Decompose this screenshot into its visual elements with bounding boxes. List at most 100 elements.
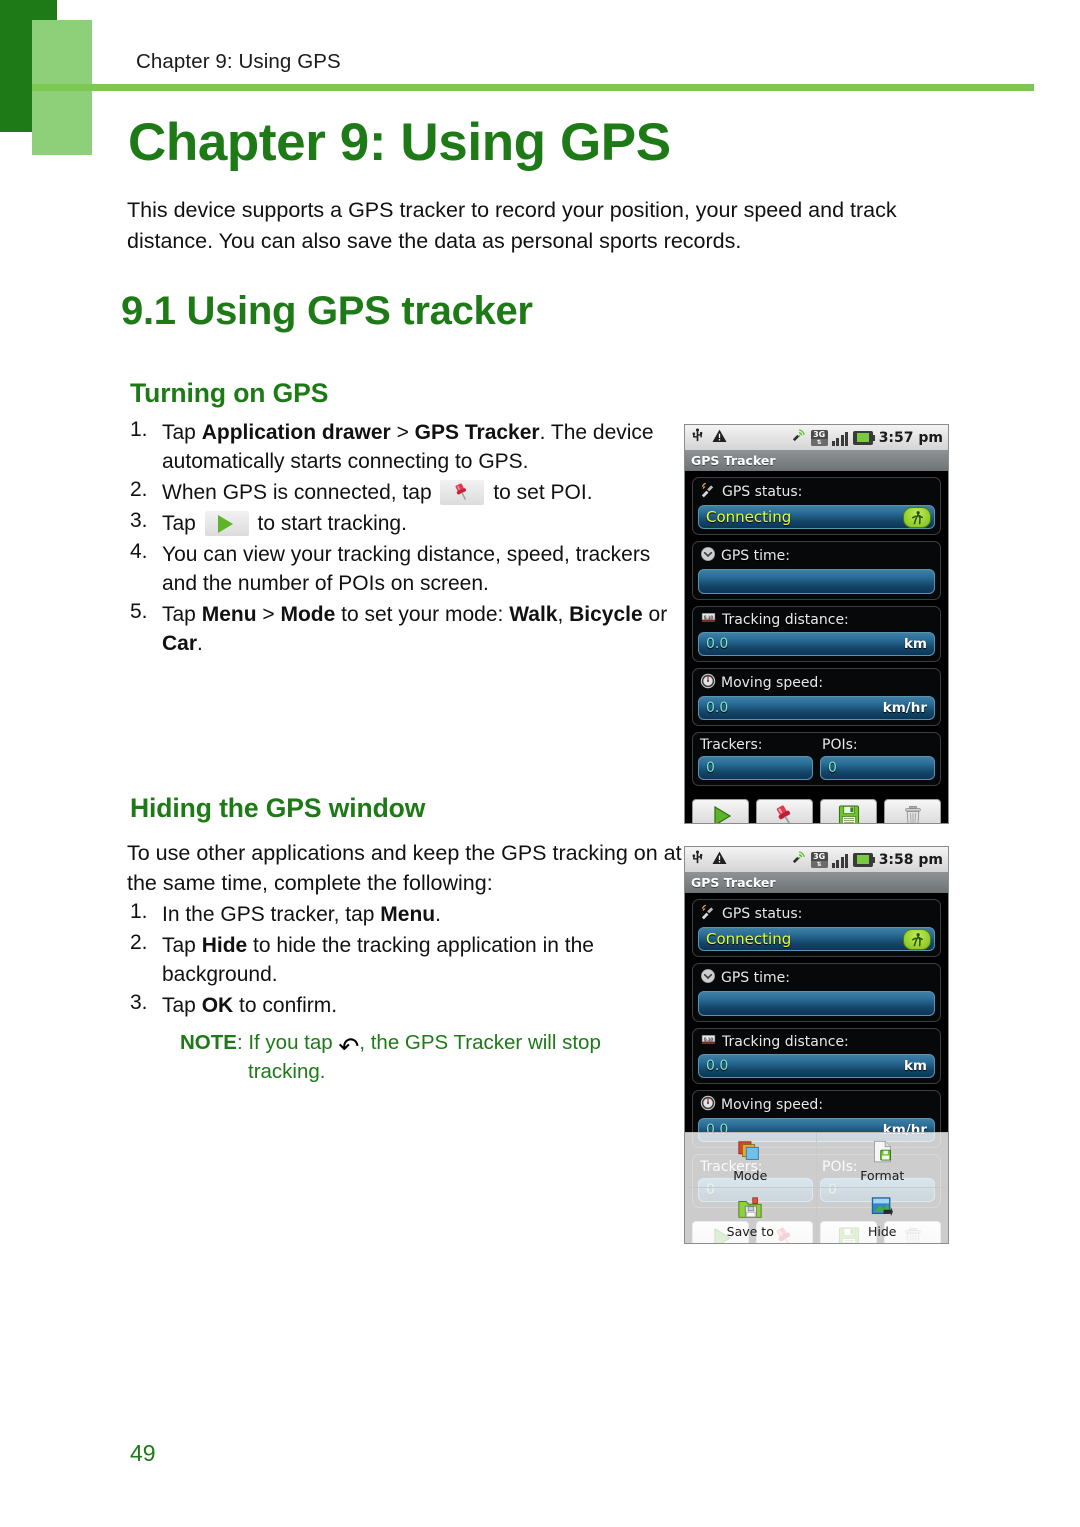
list-item-number: 1. [130,900,148,923]
field-card: GPS status: Connecting [692,899,941,957]
layers-icon [736,1137,764,1167]
list-item-number: 1. [130,418,148,441]
field-value-box[interactable] [698,991,935,1016]
subsection-hiding-gps-window: Hiding the GPS window [130,793,426,823]
chapter-title: Chapter 9: Using GPS [128,113,671,172]
list-item-number: 5. [130,600,148,623]
list-item-number: 3. [130,991,148,1014]
menu-item-format[interactable]: Format [816,1133,948,1188]
field-label-row: Moving speed: [698,1094,935,1118]
walking-mode-badge[interactable] [903,929,931,950]
plain-text: . [197,632,203,655]
page-number: 49 [130,1440,156,1466]
field-value-box[interactable]: 0.0 km [698,632,935,656]
folder-save-icon [736,1193,764,1223]
status-bar-left-icons [690,849,728,870]
plain-text: to set POI. [487,481,593,504]
hiding-paragraph: To use other applications and keep the G… [127,841,682,895]
clock-icon [700,968,716,988]
3g-icon: 3G ⇅ [810,851,828,868]
list-item-number: 4. [130,540,148,563]
plain-text: or [642,603,668,626]
field-value-box[interactable]: 0.0 km [698,1054,935,1078]
counter-value-box[interactable]: 0 [698,756,813,780]
plain-text: to set your mode: [335,603,510,626]
pushpin-button[interactable] [756,799,813,823]
list-item-number: 2. [130,931,148,954]
emphasis-text: Walk [509,603,558,626]
usb-icon [690,849,705,870]
trash-button[interactable] [884,799,941,823]
play-icon [708,804,734,823]
plain-text: Tap [162,603,202,626]
plain-text: , [557,603,570,626]
app-title-bar: GPS Tracker [685,872,948,893]
menu-item-save-to[interactable]: Save to [685,1188,817,1243]
clock-icon [700,546,716,566]
plain-text: In the GPS tracker, tap [162,903,381,926]
play-button[interactable] [692,799,749,823]
list-item-text: In the GPS tracker, tap Menu. [162,900,675,929]
field-unit: km/hr [882,700,927,716]
note-label: NOTE [180,1031,237,1054]
speedometer-icon [700,673,716,693]
action-button-row [692,792,941,823]
counters-card: Trackers: 0 POIs: 0 [692,732,941,786]
list-item-text: You can view your tracking distance, spe… [162,540,675,598]
menu-item-label: Format [860,1168,905,1183]
field-value: 0.0 [706,636,729,652]
svg-text:5.10: 5.10 [704,1036,713,1041]
warning-icon [711,428,728,448]
plain-text: . [435,903,441,926]
emphasis-text: Menu [201,603,257,626]
note-indent-line: tracking. [248,1060,326,1083]
field-label-row: GPS status: [698,481,935,505]
plain-text: Tap [162,994,202,1017]
field-card: Moving speed: 0.0 km/hr [692,668,941,726]
counter-cell: Trackers: 0 [698,736,813,780]
emphasis-text: Hide [201,934,248,957]
field-label-row: Moving speed: [698,672,935,696]
counter-value: 0 [828,760,837,776]
menu-item-label: Mode [733,1168,768,1183]
field-value-box[interactable]: 0.0 km/hr [698,696,935,720]
list-item-number: 2. [130,478,148,501]
header-rule [32,84,1034,91]
note-before: : If you tap [236,1031,339,1054]
field-label-row: GPS status: [698,903,935,927]
menu-item-mode[interactable]: Mode [685,1133,817,1188]
subsection-turning-on-gps: Turning on GPS [130,378,329,408]
field-card: 5.10 Tracking distance: 0.0 km [692,1028,941,1084]
emphasis-text: OK [201,994,234,1017]
app-title-bar: GPS Tracker [685,450,948,471]
usb-icon [690,427,705,448]
field-value-box[interactable]: Connecting [698,927,935,951]
list-item: 1. In the GPS tracker, tap Menu. [130,900,675,929]
note-block: NOTE: If you tap ↶, the GPS Tracker will… [180,1028,680,1086]
counter-value-box[interactable]: 0 [820,756,935,780]
field-value-box[interactable]: Connecting [698,505,935,529]
field-value: Connecting [706,930,792,948]
plain-text: > [256,603,281,626]
warning-icon [711,850,728,870]
satellite-icon [700,904,717,924]
field-value-box[interactable] [698,569,935,594]
signal-bars-icon [831,430,849,446]
field-label-row: 5.10 Tracking distance: [698,610,935,632]
screenshot-gps-tracker-menu: 3G ⇅ 3:58 pm GPS Tracker GPS status: Connecti… [684,846,949,1244]
list-item-text: When GPS is connected, tap to set POI. [162,478,675,507]
walking-mode-badge[interactable] [903,507,931,528]
field-label: Moving speed: [721,1097,824,1113]
menu-item-label: Save to [726,1223,774,1239]
menu-item-hide[interactable]: Hide [817,1188,949,1243]
emphasis-text: Mode [280,603,336,626]
field-unit: km [903,1058,927,1074]
field-value: 0.0 [706,700,729,716]
status-bar-right-icons: 3G ⇅ 3:57 pm [790,428,943,447]
options-menu-overlay: Mode Format Save to Hide [685,1132,948,1243]
status-bar-clock: 3:57 pm [878,429,943,446]
field-label: GPS status: [722,906,803,922]
odometer-icon: 5.10 [700,1033,717,1051]
battery-icon [852,852,875,867]
save-button[interactable] [820,799,877,823]
